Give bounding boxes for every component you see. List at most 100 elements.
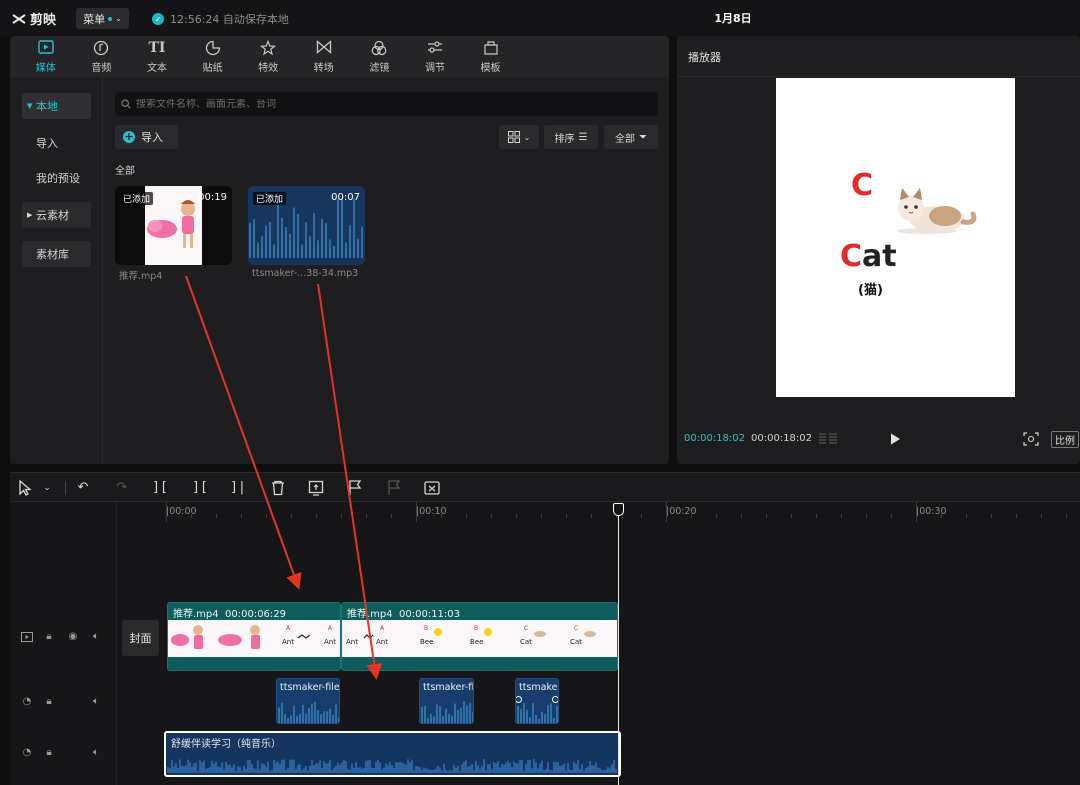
- fade-handle-right[interactable]: [552, 696, 558, 703]
- search-input[interactable]: [136, 98, 636, 110]
- tab-filter[interactable]: 滤镜: [352, 36, 408, 77]
- media-thumb-audio[interactable]: 已添加 00:07: [248, 186, 365, 265]
- fade-handle-left[interactable]: [516, 696, 522, 703]
- timeline-ruler[interactable]: |00:00 |00:10 |00:20 |00:30: [118, 502, 1080, 522]
- added-badge: 已添加: [120, 192, 154, 205]
- freeze-frame-icon[interactable]: [307, 479, 325, 497]
- chevron-down-icon: ⌄: [523, 132, 531, 142]
- sidebar-item-cloud[interactable]: ▶ 云素材: [22, 202, 91, 228]
- ruler-tick: [466, 514, 467, 518]
- media-duration: 00:07: [331, 192, 360, 203]
- menu-button[interactable]: 菜单 ⌄: [76, 8, 129, 29]
- media-duration: 00:19: [198, 192, 227, 203]
- ruler-tick: [1041, 514, 1042, 518]
- timeline-area[interactable]: 🔒︎ ◉ 🔈︎ ◔ 🔒︎ 🔈︎ ◔ 🔒︎ 🔈︎ |00:00 |00:10 |0…: [10, 502, 1080, 785]
- cover-button[interactable]: 封面: [122, 620, 159, 656]
- audio-clip[interactable]: ttsmaker-fi: [419, 678, 474, 724]
- ratio-button[interactable]: 比例: [1051, 431, 1079, 448]
- waveform-image: [421, 701, 473, 723]
- tab-label: 音频: [91, 62, 112, 74]
- audio-clip[interactable]: ttsmaker-file: [276, 678, 340, 724]
- sidebar-item-label: 云素材: [36, 209, 69, 222]
- canvas-word-first: C: [840, 239, 863, 274]
- split-left-icon[interactable]: ][: [191, 479, 209, 497]
- flag-icon[interactable]: [346, 479, 364, 497]
- lock-icon[interactable]: 🔒︎: [43, 747, 55, 759]
- ruler-tick: [966, 514, 967, 518]
- timeline-toolbar: ⌄ ↶ ↷ ][ ][ ]|: [10, 472, 1080, 502]
- crop-icon[interactable]: [423, 479, 441, 497]
- tab-sticker[interactable]: 贴纸: [185, 36, 241, 77]
- added-badge: 已添加: [253, 192, 287, 205]
- import-button[interactable]: + 导入: [115, 125, 178, 149]
- search-bar[interactable]: [115, 92, 658, 116]
- sidebar-item-library[interactable]: 素材库: [22, 241, 91, 267]
- redo-icon[interactable]: ↷: [113, 479, 131, 497]
- ruler-tick: [391, 514, 392, 518]
- speaker-icon[interactable]: 🔈︎: [90, 696, 102, 708]
- speaker-icon[interactable]: 🔈︎: [90, 631, 102, 643]
- ruler-tick: [1016, 514, 1017, 518]
- music-clip[interactable]: 舒缓伴读学习（纯音乐）: [164, 731, 621, 777]
- play-icon[interactable]: [888, 432, 902, 446]
- svg-text:Bee: Bee: [470, 638, 483, 646]
- filter-label: 全部: [615, 133, 635, 145]
- view-mode-button[interactable]: ⌄: [499, 125, 539, 149]
- ruler-tick: [791, 514, 792, 518]
- tab-effects[interactable]: 特效: [240, 36, 296, 77]
- ruler-tick: [416, 502, 417, 522]
- split-right-icon[interactable]: ]|: [229, 479, 247, 497]
- tab-label: 调节: [424, 62, 445, 74]
- split-icon[interactable]: ][: [151, 479, 169, 497]
- caret-down-icon: ▼: [27, 102, 33, 110]
- undo-icon[interactable]: ↶: [74, 479, 92, 497]
- preview-canvas[interactable]: C Cat (猫): [776, 78, 1015, 397]
- sidebar-item-import[interactable]: 导入: [22, 130, 91, 156]
- sidebar-item-label: 素材库: [36, 248, 69, 261]
- tab-media[interactable]: 媒体: [18, 36, 74, 77]
- divider: [677, 76, 1080, 77]
- svg-text:C: C: [574, 625, 578, 632]
- ruler-tick: [716, 514, 717, 518]
- lock-icon[interactable]: 🔒︎: [43, 696, 55, 708]
- template-icon: [483, 40, 499, 57]
- sidebar-item-local[interactable]: ▼ 本地: [22, 93, 91, 119]
- tab-adjust[interactable]: 调节: [407, 36, 463, 77]
- lock-icon[interactable]: 🔒︎: [43, 631, 55, 643]
- speaker-icon[interactable]: 🔈︎: [90, 747, 102, 759]
- tab-transition[interactable]: 转场: [296, 36, 352, 77]
- waveform-image: [167, 759, 617, 773]
- eye-icon[interactable]: ◉: [67, 631, 79, 643]
- playhead-handle[interactable]: [613, 503, 624, 516]
- chevron-down-icon[interactable]: ⌄: [38, 479, 56, 497]
- ruler-tick: [841, 514, 842, 518]
- delete-icon[interactable]: [269, 479, 287, 497]
- audio-clip[interactable]: ttsmaker: [515, 678, 559, 724]
- ruler-tick: [916, 502, 917, 522]
- tab-template[interactable]: 模板: [463, 36, 519, 77]
- tab-label: 文本: [146, 62, 167, 74]
- timecode-grid-icon[interactable]: [818, 433, 838, 445]
- ruler-tick: [866, 514, 867, 518]
- svg-text:Cat: Cat: [520, 638, 532, 646]
- grid-icon: [507, 131, 520, 143]
- tab-audio[interactable]: 音频: [74, 36, 130, 77]
- sidebar-item-my-presets[interactable]: 我的预设: [22, 165, 91, 191]
- tab-text[interactable]: TI 文本: [129, 36, 185, 77]
- media-thumb-video[interactable]: 已添加 00:19: [115, 186, 232, 265]
- media-sidebar: ▼ 本地 导入 我的预设 ▶ 云素材 素材库: [10, 77, 103, 464]
- tab-label: 转场: [313, 62, 334, 74]
- video-clip[interactable]: 推荐.mp4 00:00:11:03 Ant A Ant B Bee B Bee…: [341, 602, 618, 671]
- adjust-icon: [427, 40, 443, 57]
- app-logo: 剪映: [12, 9, 56, 28]
- canvas-word-translation: (猫): [858, 283, 883, 298]
- fullscreen-icon[interactable]: [1023, 432, 1039, 446]
- ruler-tick: [691, 514, 692, 518]
- select-cursor-icon[interactable]: [16, 479, 34, 497]
- filter-button[interactable]: 全部 ⏷: [604, 125, 658, 149]
- video-clip[interactable]: 推荐.mp4 00:00:06:29 A Ant A Ant: [167, 602, 341, 671]
- filter-icon: [371, 40, 387, 57]
- player-panel: 播放器 C Cat (猫) 00:00:18:02 00:00:18:02 比例: [677, 36, 1080, 464]
- sort-button[interactable]: 排序 ☰: [544, 125, 598, 149]
- flag-disabled-icon[interactable]: [385, 479, 403, 497]
